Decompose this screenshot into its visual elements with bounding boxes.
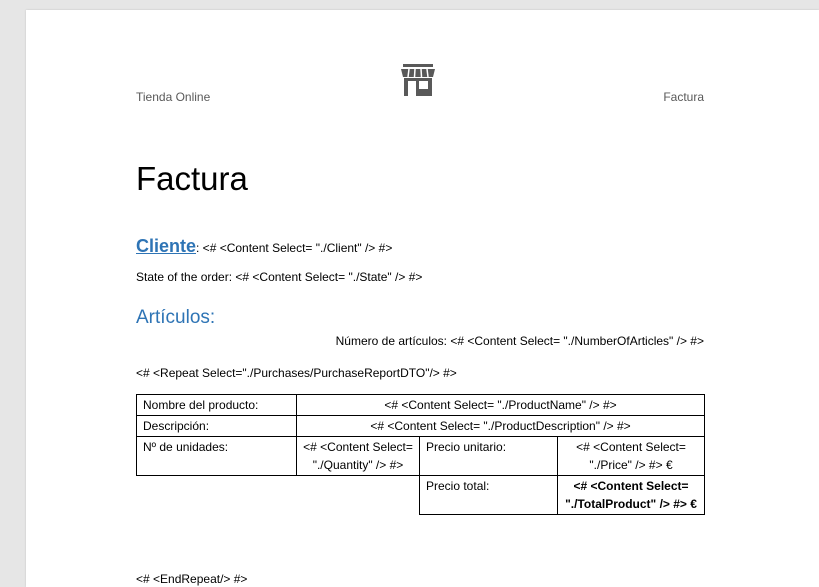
unit-price-label: Precio unitario: (419, 436, 558, 476)
header-document-type: Factura (663, 90, 704, 104)
store-icon (401, 64, 435, 96)
empty-cell (137, 476, 297, 515)
order-state-line: State of the order: <# <Content Select= … (136, 270, 423, 284)
repeat-end-tag: <# <EndRepeat/> #> (136, 572, 248, 586)
header-store-name: Tienda Online (136, 90, 211, 104)
document-page: Tienda Online Factura Factura Cliente: <… (26, 10, 819, 587)
table-row: Nº de unidades: <# <Content Select= "./Q… (136, 436, 706, 476)
table-row: Nombre del producto: <# <Content Select=… (136, 394, 706, 416)
description-value: <# <Content Select= "./ProductDescriptio… (295, 415, 706, 437)
product-name-value: <# <Content Select= "./ProductName" /> #… (295, 394, 706, 416)
number-of-articles-line: Número de artículos: <# <Content Select=… (335, 334, 704, 348)
product-name-label: Nombre del producto: (136, 394, 297, 416)
units-label: Nº de unidades: (136, 436, 297, 476)
description-label: Descripción: (136, 415, 297, 437)
empty-cell (296, 475, 420, 515)
total-price-label: Precio total: (419, 475, 558, 515)
articles-heading: Artículos: (136, 307, 216, 328)
repeat-start-tag: <# <Repeat Select="./Purchases/PurchaseR… (136, 366, 457, 380)
total-price-value: <# <Content Select= "./TotalProduct" /> … (556, 475, 706, 515)
client-link[interactable]: Cliente (136, 236, 196, 256)
page-title: Factura (136, 160, 248, 197)
client-placeholder: : <# <Content Select= "./Client" /> #> (196, 241, 393, 255)
unit-price-value: <# <Content Select= "./Price" /> #> € (556, 436, 706, 476)
units-value: <# <Content Select= "./Quantity" /> #> (296, 436, 420, 476)
table-row: Descripción: <# <Content Select= "./Prod… (136, 415, 706, 437)
table-row: Precio total: <# <Content Select= "./Tot… (137, 475, 706, 515)
client-line: Cliente: <# <Content Select= "./Client" … (136, 236, 392, 257)
product-table: Nombre del producto: <# <Content Select=… (136, 394, 706, 515)
